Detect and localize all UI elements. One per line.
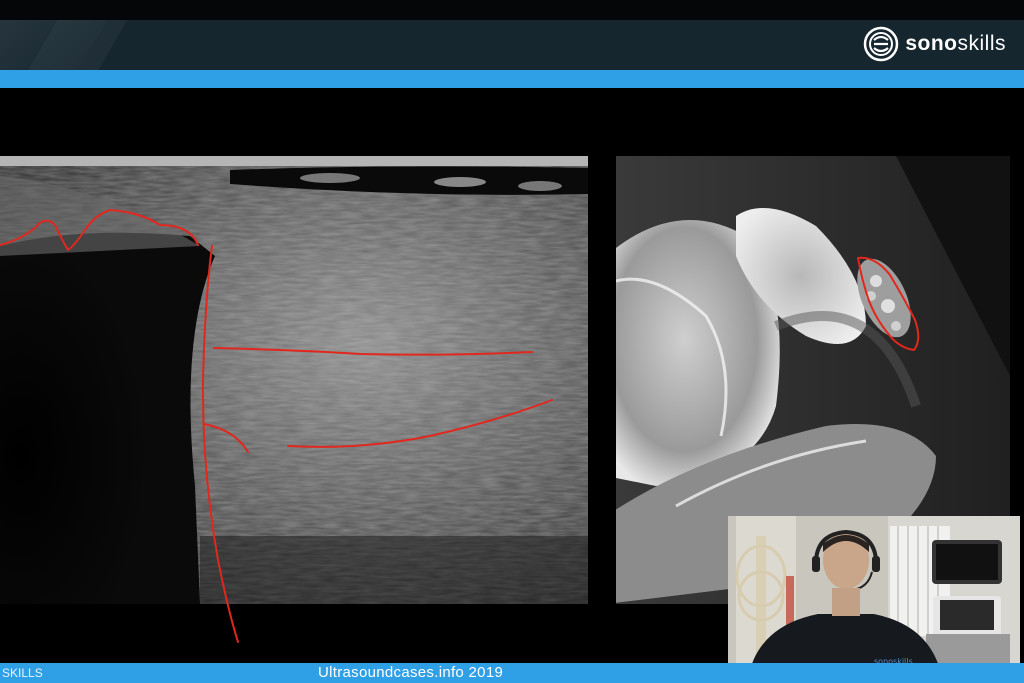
footer-brand: SKILLS — [2, 666, 43, 680]
top-band — [0, 0, 1024, 20]
ultrasound-image — [0, 156, 588, 604]
ultrasound-image-graphic — [0, 156, 588, 604]
brand-name: sonoskills — [905, 32, 1006, 55]
accent-bar — [0, 70, 1024, 88]
footer-caption: Ultrasoundcases.info 2019 — [318, 664, 504, 681]
sonoskills-logo-icon — [864, 26, 899, 62]
webcam-graphic: sonoskills — [728, 516, 1020, 678]
sonoskills-logo: sonoskills — [863, 26, 1006, 62]
webcam-overlay: sonoskills — [728, 516, 1020, 678]
